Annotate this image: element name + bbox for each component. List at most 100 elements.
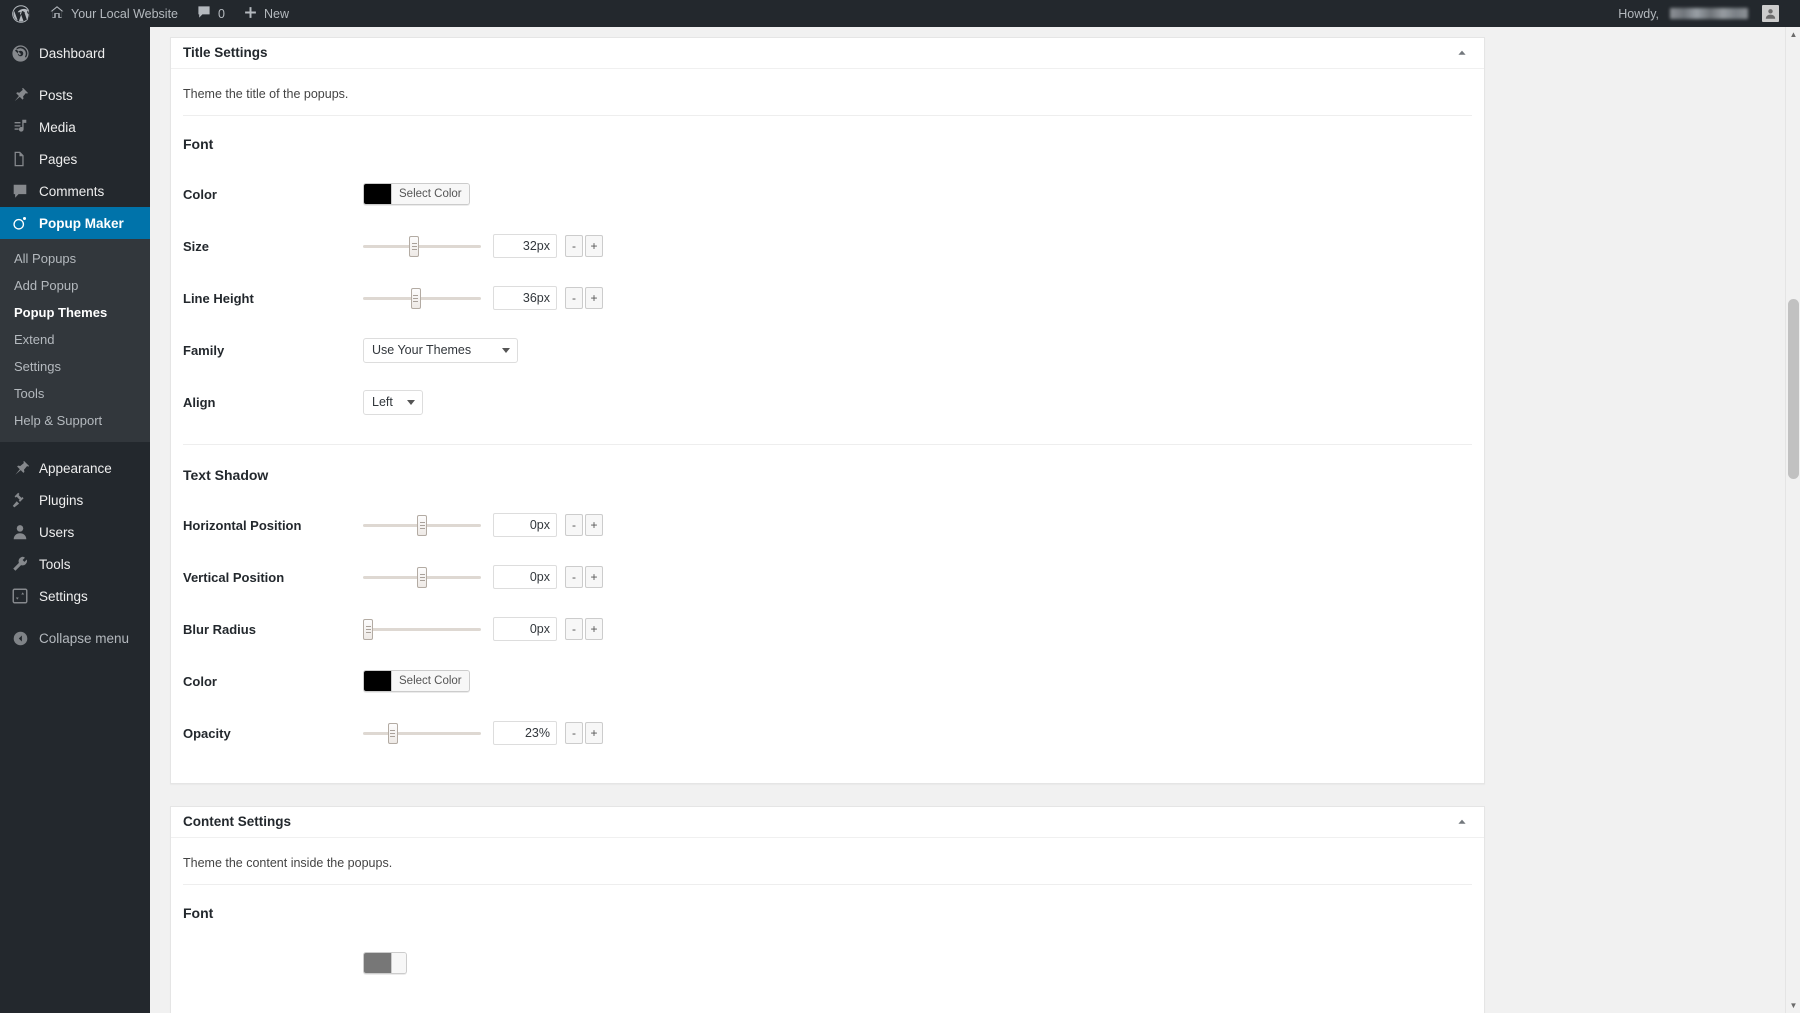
settings-icon [10, 586, 30, 606]
submenu-item-settings[interactable]: Settings [0, 353, 150, 380]
new-label: New [263, 6, 289, 21]
title-settings-body: Theme the title of the popups. Font Colo… [171, 69, 1484, 783]
font-size-input[interactable]: 32px [493, 234, 557, 258]
submenu-item-add-popup[interactable]: Add Popup [0, 272, 150, 299]
shadow-vertical-input[interactable]: 0px [493, 565, 557, 589]
increment-button[interactable]: + [585, 618, 603, 640]
sidebar-item-posts[interactable]: Posts [0, 79, 150, 111]
decrement-button[interactable]: - [565, 566, 583, 588]
font-align-value: Left [372, 395, 393, 409]
increment-button[interactable]: + [585, 566, 603, 588]
line-height-slider[interactable] [363, 287, 481, 309]
title-settings-description: Theme the title of the popups. [183, 82, 1472, 116]
submenu-item-extend[interactable]: Extend [0, 326, 150, 353]
site-name-label: Your Local Website [71, 6, 179, 21]
new-content-menu[interactable]: New [234, 0, 298, 27]
field-label: Horizontal Position [183, 517, 302, 533]
increment-button[interactable]: + [585, 722, 603, 744]
slider-handle[interactable] [387, 722, 398, 744]
font-family-value: Use Your Themes [372, 343, 472, 357]
sidebar-item-pages[interactable]: Pages [0, 143, 150, 175]
sidebar-item-tools[interactable]: Tools [0, 548, 150, 580]
decrement-button[interactable]: - [565, 287, 583, 309]
scroll-down-arrow[interactable]: ▼ [1786, 998, 1800, 1013]
submenu-item-popup-themes[interactable]: Popup Themes [0, 299, 150, 326]
slider-handle[interactable] [417, 566, 427, 588]
sidebar-item-dashboard[interactable]: Dashboard [0, 37, 150, 69]
shadow-blur-input[interactable]: 0px [493, 617, 557, 641]
shadow-vertical-slider[interactable] [363, 566, 481, 588]
font-size-stepper: - + [565, 235, 605, 257]
increment-button[interactable]: + [585, 287, 603, 309]
wordpress-logo-icon [11, 4, 31, 24]
field-label: Size [183, 238, 210, 254]
wordpress-logo-button[interactable] [0, 0, 40, 27]
slider-handle[interactable] [417, 514, 427, 536]
my-account-menu[interactable]: Howdy, [1609, 0, 1788, 27]
collapse-menu-button[interactable]: Collapse menu [0, 622, 150, 654]
field-label: Color [183, 186, 217, 202]
field-label: Color [183, 673, 217, 689]
sidebar-item-plugins[interactable]: Plugins [0, 484, 150, 516]
shadow-opacity-slider[interactable] [363, 722, 481, 744]
page-scrollbar[interactable]: ▲ ▼ [1785, 27, 1800, 1013]
sidebar-item-label: Comments [39, 183, 105, 199]
submenu-item-all-popups[interactable]: All Popups [0, 245, 150, 272]
dashboard-icon [10, 43, 30, 63]
shadow-opacity-input[interactable]: 23% [493, 721, 557, 745]
color-swatch [364, 184, 391, 204]
font-align-select[interactable]: Left [363, 389, 423, 415]
decrement-button[interactable]: - [565, 514, 583, 536]
field-shadow-horizontal: Horizontal Position 0px - + [183, 505, 1472, 545]
decrement-button[interactable]: - [565, 722, 583, 744]
sidebar-item-label: Users [39, 524, 75, 540]
shadow-horizontal-slider[interactable] [363, 514, 481, 536]
submenu-item-help-support[interactable]: Help & Support [0, 407, 150, 434]
sidebar-item-comments[interactable]: Comments [0, 175, 150, 207]
shadow-blur-slider[interactable] [363, 618, 481, 640]
title-settings-header[interactable]: Title Settings [171, 38, 1484, 69]
increment-button[interactable]: + [585, 235, 603, 257]
decrement-button[interactable]: - [565, 235, 583, 257]
shadow-blur-control: 0px - + [363, 617, 605, 641]
avatar [1762, 5, 1779, 22]
slider-handle[interactable] [410, 287, 421, 309]
comments-icon [10, 181, 30, 201]
sidebar-item-appearance[interactable]: Appearance [0, 452, 150, 484]
font-size-slider[interactable] [363, 235, 481, 257]
scrollbar-thumb[interactable] [1788, 299, 1799, 479]
chevron-down-icon [502, 348, 510, 353]
shadow-horizontal-input[interactable]: 0px [493, 513, 557, 537]
slider-handle[interactable] [409, 235, 420, 257]
sidebar-item-users[interactable]: Users [0, 516, 150, 548]
site-name-menu[interactable]: Your Local Website [40, 0, 187, 27]
shadow-color-picker[interactable]: Select Color [363, 670, 470, 692]
select-color-label: Select Color [391, 184, 469, 204]
shadow-blur-stepper: - + [565, 618, 605, 640]
section-divider [183, 444, 1472, 445]
scroll-up-arrow[interactable]: ▲ [1786, 27, 1800, 42]
comment-bubble-icon [196, 4, 212, 23]
chevron-up-icon[interactable] [1452, 812, 1472, 832]
sidebar-item-popup-maker[interactable]: Popup Maker [0, 207, 158, 239]
increment-button[interactable]: + [585, 514, 603, 536]
font-family-control: Use Your Themes [363, 337, 518, 363]
submenu-item-tools[interactable]: Tools [0, 380, 150, 407]
content-settings-panel: Content Settings Theme the content insid… [170, 806, 1485, 1013]
chevron-up-icon[interactable] [1452, 43, 1472, 63]
sidebar-item-settings[interactable]: Settings [0, 580, 150, 612]
line-height-input[interactable]: 36px [493, 286, 557, 310]
content-font-color-picker[interactable] [363, 952, 407, 974]
slider-handle[interactable] [363, 618, 373, 640]
field-font-align: Align Left [183, 382, 1472, 422]
shadow-color-control: Select Color [363, 670, 470, 692]
menu-separator-2 [0, 442, 150, 452]
content-settings-header[interactable]: Content Settings [171, 807, 1484, 838]
font-color-picker[interactable]: Select Color [363, 183, 470, 205]
font-family-select[interactable]: Use Your Themes [363, 337, 518, 363]
sidebar-item-media[interactable]: Media [0, 111, 150, 143]
comments-bubble[interactable]: 0 [187, 0, 234, 27]
sidebar-item-label: Appearance [39, 460, 112, 476]
field-font-color: Color Select Color [183, 174, 1472, 214]
decrement-button[interactable]: - [565, 618, 583, 640]
